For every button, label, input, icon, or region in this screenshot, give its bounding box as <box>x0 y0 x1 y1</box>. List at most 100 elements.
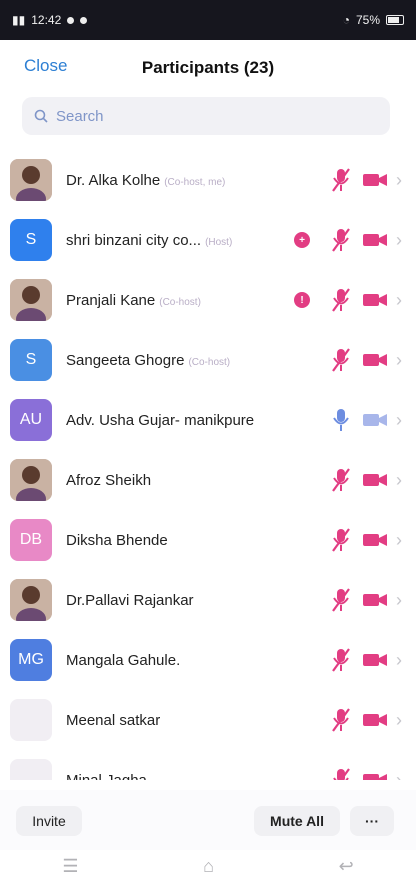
microphone-muted-icon[interactable] <box>331 347 351 373</box>
video-camera-off-icon[interactable] <box>362 650 388 670</box>
participant-row[interactable]: Dr.Pallavi Rajankar › <box>0 570 416 630</box>
search-input[interactable] <box>54 106 358 126</box>
system-nav-bar: ☰ ⌂ ↩ <box>0 850 416 883</box>
video-camera-off-icon[interactable] <box>362 410 388 430</box>
hand-icon: ! <box>294 292 310 308</box>
participant-name: Afroz Sheikh <box>66 472 151 489</box>
home-icon[interactable]: ⌂ <box>203 856 214 877</box>
search-bar[interactable] <box>22 97 390 135</box>
participant-row[interactable]: AU Adv. Usha Gujar- manikpure › <box>0 390 416 450</box>
microphone-muted-icon[interactable] <box>331 707 351 733</box>
microphone-muted-icon[interactable] <box>331 647 351 673</box>
more-options-button[interactable]: ··· <box>350 806 394 836</box>
participant-row[interactable]: Minal Jagha › <box>0 750 416 780</box>
close-button[interactable]: Close <box>24 56 67 76</box>
search-icon <box>34 109 48 123</box>
chevron-right-icon: › <box>396 349 402 370</box>
bottom-action-bar: Invite Mute All ··· <box>0 790 416 850</box>
microphone-muted-icon[interactable] <box>331 467 351 493</box>
avatar: AU <box>10 399 52 441</box>
signal-icon: ▮▮ <box>12 13 26 27</box>
participant-row[interactable]: S Sangeeta Ghogre (Co-host) › <box>0 330 416 390</box>
participant-row[interactable]: Afroz Sheikh › <box>0 450 416 510</box>
participant-name: Pranjali Kane (Co-host) <box>66 292 201 309</box>
microphone-muted-icon[interactable] <box>331 287 351 313</box>
participant-row[interactable]: Meenal satkar › <box>0 690 416 750</box>
avatar-initials: S <box>25 351 37 368</box>
notification-icon <box>67 16 75 24</box>
participant-row[interactable]: Sshri binzani city co... (Host) + › <box>0 210 416 270</box>
invite-button[interactable]: Invite <box>16 806 82 836</box>
participant-name: shri binzani city co... (Host) <box>66 232 232 249</box>
chevron-right-icon: › <box>396 469 402 490</box>
microphone-muted-icon[interactable] <box>331 227 351 253</box>
avatar <box>10 579 52 621</box>
participant-role: (Host) <box>205 236 233 248</box>
avatar: S <box>10 339 52 381</box>
participant-name-text: Mangala Gahule. <box>66 651 181 669</box>
participant-name-text: Meenal satkar <box>66 711 161 729</box>
microphone-muted-icon[interactable] <box>331 767 351 780</box>
participant-name: Dr. Alka Kolhe (Co-host, me) <box>66 172 225 189</box>
chevron-right-icon: › <box>396 229 402 250</box>
avatar <box>10 159 52 201</box>
participant-name-text: Adv. Usha Gujar- manikpure <box>66 411 255 429</box>
chevron-right-icon: › <box>396 529 402 550</box>
back-icon[interactable]: ↩ <box>339 856 354 877</box>
microphone-muted-icon[interactable] <box>331 587 351 613</box>
video-camera-off-icon[interactable] <box>362 770 388 780</box>
participant-name-text: shri binzani city co... <box>66 231 202 249</box>
participant-role: (Co-host) <box>159 296 201 308</box>
avatar <box>10 759 52 780</box>
avatar-initials: DB <box>19 531 43 548</box>
participant-row[interactable]: DB Diksha Bhende › <box>0 510 416 570</box>
video-camera-off-icon[interactable] <box>362 710 388 730</box>
page-title: Participants (23) <box>141 58 275 77</box>
participant-name-text: Pranjali Kane <box>66 291 156 309</box>
participant-name: Mangala Gahule. <box>66 652 180 669</box>
notification-icon <box>80 16 88 24</box>
video-camera-off-icon[interactable] <box>362 470 388 490</box>
chevron-right-icon: › <box>396 169 402 190</box>
chevron-right-icon: › <box>396 649 402 670</box>
chevron-right-icon: › <box>396 289 402 310</box>
avatar <box>10 279 52 321</box>
avatar: DB <box>10 519 52 561</box>
video-camera-off-icon[interactable] <box>362 230 388 250</box>
chevron-right-icon: › <box>396 769 402 781</box>
participant-name-text: Minal Jagha <box>66 771 147 781</box>
microphone-muted-icon[interactable] <box>331 167 351 193</box>
participant-row[interactable]: Dr. Alka Kolhe (Co-host, me) › <box>0 150 416 210</box>
avatar-initials: AU <box>19 411 43 428</box>
chevron-right-icon: › <box>396 409 402 430</box>
participant-row[interactable]: MG Mangala Gahule. › <box>0 630 416 690</box>
participant-name-text: Sangeeta Ghogre <box>66 351 185 369</box>
participant-name-text: Dr.Pallavi Rajankar <box>66 591 194 609</box>
participant-row[interactable]: Pranjali Kane (Co-host)! › <box>0 270 416 330</box>
participant-list[interactable]: Dr. Alka Kolhe (Co-host, me) › Sshri binzan… <box>0 150 416 780</box>
chevron-right-icon: › <box>396 709 402 730</box>
video-camera-off-icon[interactable] <box>362 290 388 310</box>
video-camera-off-icon[interactable] <box>362 170 388 190</box>
avatar <box>10 459 52 501</box>
participant-role: (Co-host, me) <box>164 176 226 188</box>
wifi-icon: ◔ <box>342 13 350 27</box>
video-camera-off-icon[interactable] <box>362 530 388 550</box>
plus-icon: + <box>294 232 310 248</box>
video-camera-off-icon[interactable] <box>362 590 388 610</box>
recent-apps-icon[interactable]: ☰ <box>62 856 78 877</box>
chevron-right-icon: › <box>396 589 402 610</box>
participant-name: Meenal satkar <box>66 712 160 729</box>
avatar <box>10 699 52 741</box>
mute-all-button[interactable]: Mute All <box>254 806 340 836</box>
participant-name: Dr.Pallavi Rajankar <box>66 592 194 609</box>
microphone-muted-icon[interactable] <box>331 527 351 553</box>
participant-name: Sangeeta Ghogre (Co-host) <box>66 352 230 369</box>
video-camera-off-icon[interactable] <box>362 350 388 370</box>
microphone-icon[interactable] <box>331 407 351 433</box>
participant-name-text: Diksha Bhende <box>66 531 168 549</box>
battery-percent: 75% <box>355 13 380 27</box>
header: Close Participants (23) <box>0 40 416 95</box>
participant-role: (Co-host) <box>188 356 231 368</box>
status-bar: ▮▮ 12:42 ◔ 75% <box>0 0 416 40</box>
